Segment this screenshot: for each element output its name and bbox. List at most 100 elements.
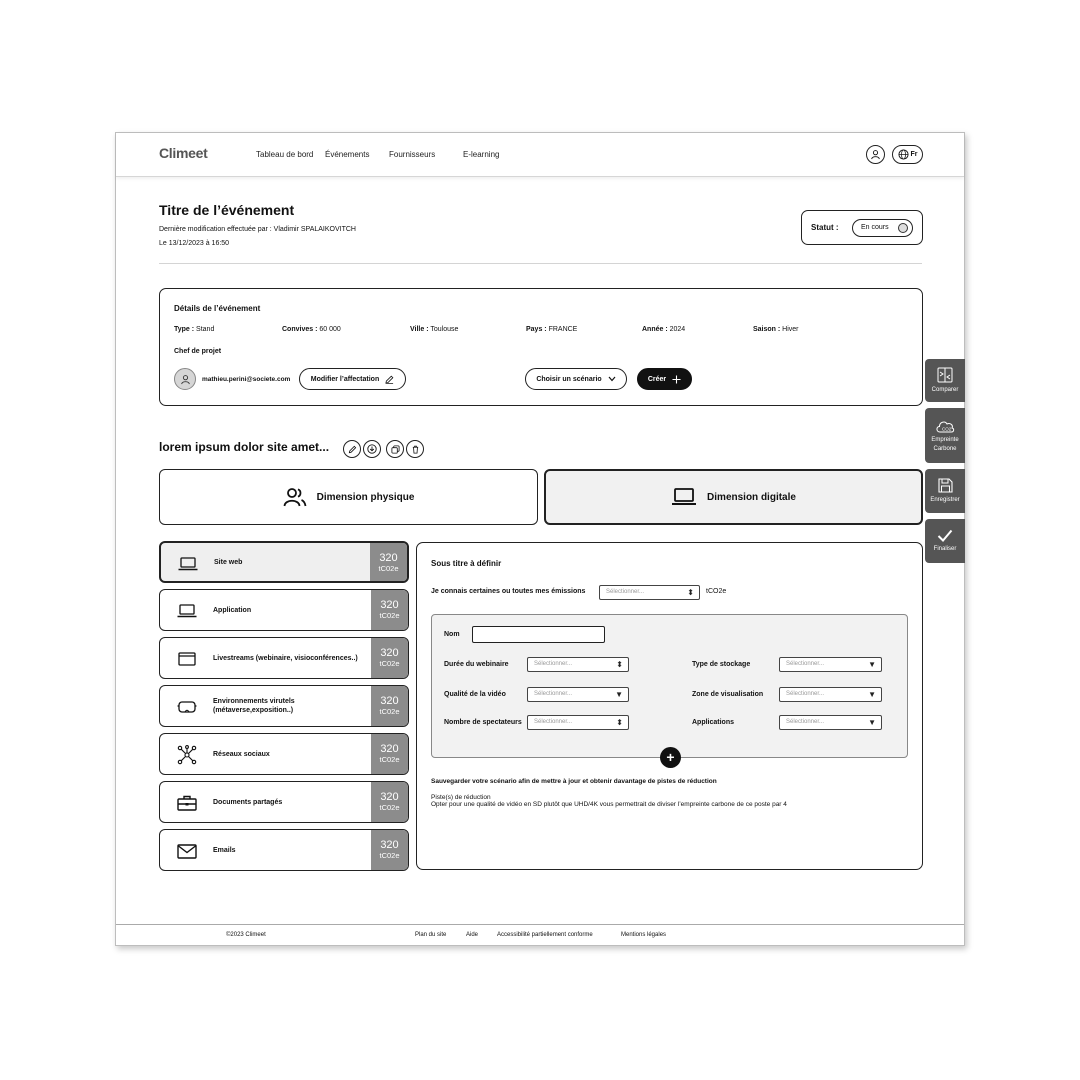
stockage-select[interactable]: Sélectionner... ▼ [779, 657, 882, 672]
plus-icon: + [666, 749, 675, 765]
add-parameter-button[interactable]: + [660, 747, 681, 768]
app-window: Climeet Tableau de bord Événements Fourn… [115, 132, 965, 946]
floppy-disk-icon [937, 478, 953, 493]
tab-dimension-physique[interactable]: Dimension physique [159, 469, 538, 525]
applications-label: Applications [692, 719, 735, 726]
category-environnements-virtuels[interactable]: Environnements virutels (métaverse,expos… [159, 685, 409, 727]
stepper-icon: ⬍ [616, 718, 623, 727]
laptop-icon [672, 488, 697, 505]
status-toggle[interactable]: En cours [852, 219, 913, 237]
duree-label: Durée du webinaire [444, 661, 509, 668]
panel-subtitle: Sous titre à définir [431, 559, 502, 568]
checkmark-icon [937, 529, 953, 542]
select-placeholder: Sélectionner... [534, 719, 573, 725]
category-value: 320 tC02e [371, 686, 408, 726]
select-placeholder: Sélectionner... [786, 719, 825, 725]
known-emissions-label: Je connais certaines ou toutes mes émiss… [431, 588, 586, 595]
known-emissions-select[interactable]: Sélectionner... ⬍ [599, 585, 700, 600]
zone-select[interactable]: Sélectionner... ▼ [779, 687, 882, 702]
finalize-button[interactable]: Finaliser [925, 519, 965, 563]
zone-label: Zone de visualisation [692, 691, 764, 698]
footer-mentions-legales[interactable]: Mentions légales [621, 932, 666, 938]
mail-icon [177, 843, 197, 859]
footer-accessibilite[interactable]: Accessibilité partiellement conforme [497, 932, 593, 938]
browser-window-icon [178, 652, 196, 666]
user-account-button[interactable] [866, 145, 885, 164]
status-value: En cours [861, 224, 889, 231]
reduction-text: Opter pour une qualité de vidéo en SD pl… [431, 801, 787, 808]
category-label: Emails [213, 846, 236, 854]
parameters-box: Nom Durée du webinaire Sélectionner... ⬍… [431, 614, 908, 768]
nom-label: Nom [444, 631, 460, 638]
category-value: 320 tC02e [371, 734, 408, 774]
category-label: Livestreams (webinaire, visioconférences… [213, 654, 358, 662]
detail-type: Type : Stand [174, 326, 215, 333]
caret-down-icon: ▼ [615, 690, 623, 699]
avatar [174, 368, 196, 390]
download-scenario-button[interactable] [363, 440, 381, 458]
choose-scenario-select[interactable]: Choisir un scénario [525, 368, 627, 390]
caret-down-icon: ▼ [868, 690, 876, 699]
category-emails[interactable]: Emails 320 tC02e [159, 829, 409, 871]
chef-label: Chef de projet [174, 348, 222, 355]
emissions-unit: tCO2e [706, 588, 727, 595]
category-label: Documents partagés [213, 798, 283, 806]
nom-input[interactable] [472, 626, 605, 643]
chef-email: mathieu.perini@societe.com [202, 376, 291, 383]
delete-scenario-button[interactable] [406, 440, 424, 458]
duplicate-scenario-button[interactable] [386, 440, 404, 458]
user-icon [871, 150, 880, 160]
detail-annee: Année : 2024 [642, 326, 686, 333]
status-dot-icon [898, 223, 908, 233]
modify-assignment-button[interactable]: Modifier l’affectation [299, 368, 406, 390]
qualite-select[interactable]: Sélectionner... ▼ [527, 687, 629, 702]
category-site-web[interactable]: Site web 320 tC02e [159, 541, 409, 583]
create-label: Créer [647, 375, 667, 383]
category-livestreams[interactable]: Livestreams (webinaire, visioconférences… [159, 637, 409, 679]
footprint-label-2: Carbone [933, 445, 957, 452]
chevron-down-icon [608, 376, 616, 382]
plus-icon [672, 374, 681, 384]
status-label: Statut : [811, 223, 839, 232]
duree-select[interactable]: Sélectionner... ⬍ [527, 657, 629, 672]
detail-pays: Pays : FRANCE [526, 326, 578, 333]
category-label: Site web [214, 558, 243, 566]
event-title: Titre de l’événement [159, 202, 295, 218]
edit-scenario-button[interactable] [343, 440, 361, 458]
select-placeholder: Sélectionner... [606, 589, 645, 595]
stockage-label: Type de stockage [692, 661, 751, 668]
category-documents-partages[interactable]: Documents partagés 320 tC02e [159, 781, 409, 823]
trash-icon [412, 445, 418, 454]
category-value: 320 tC02e [371, 638, 408, 678]
compare-button[interactable]: Comparer [925, 359, 965, 402]
tab-dimension-digitale[interactable]: Dimension digitale [544, 469, 923, 525]
footer-plan-du-site[interactable]: Plan du site [415, 932, 446, 938]
nav-e-learning[interactable]: E-learning [463, 150, 499, 159]
category-value: 320 tC02e [371, 830, 408, 870]
copy-icon [390, 444, 400, 454]
footer-aide[interactable]: Aide [466, 932, 478, 938]
create-button[interactable]: Créer [637, 368, 692, 390]
category-application[interactable]: Application 320 tC02e [159, 589, 409, 631]
language-button[interactable]: Fr [892, 145, 923, 164]
scenario-title: lorem ipsum dolor site amet... [159, 440, 330, 454]
carbon-footprint-button[interactable]: CO2 Empreinte Carbone [925, 408, 965, 463]
select-placeholder: Sélectionner... [786, 661, 825, 667]
divider [159, 263, 922, 264]
choose-scenario-label: Choisir un scénario [536, 375, 602, 383]
save-button[interactable]: Enregistrer [925, 469, 965, 513]
reduction-title: Piste(s) de réduction [431, 794, 491, 801]
applications-select[interactable]: Sélectionner... ▼ [779, 715, 882, 730]
nav-evenements[interactable]: Événements [325, 150, 369, 159]
user-icon [180, 374, 190, 384]
logo: Climeet [159, 145, 208, 161]
spectateurs-select[interactable]: Sélectionner... ⬍ [527, 715, 629, 730]
stepper-icon: ⬍ [687, 588, 694, 597]
nav-fournisseurs[interactable]: Fournisseurs [389, 150, 435, 159]
finalize-label: Finaliser [933, 546, 957, 552]
detail-saison: Saison : Hiver [753, 326, 799, 333]
nav-tableau-de-bord[interactable]: Tableau de bord [256, 150, 313, 159]
category-reseaux-sociaux[interactable]: Réseaux sociaux 320 tC02e [159, 733, 409, 775]
pencil-icon [348, 445, 356, 453]
footer-copyright: ©2023 Climeet [226, 932, 266, 938]
